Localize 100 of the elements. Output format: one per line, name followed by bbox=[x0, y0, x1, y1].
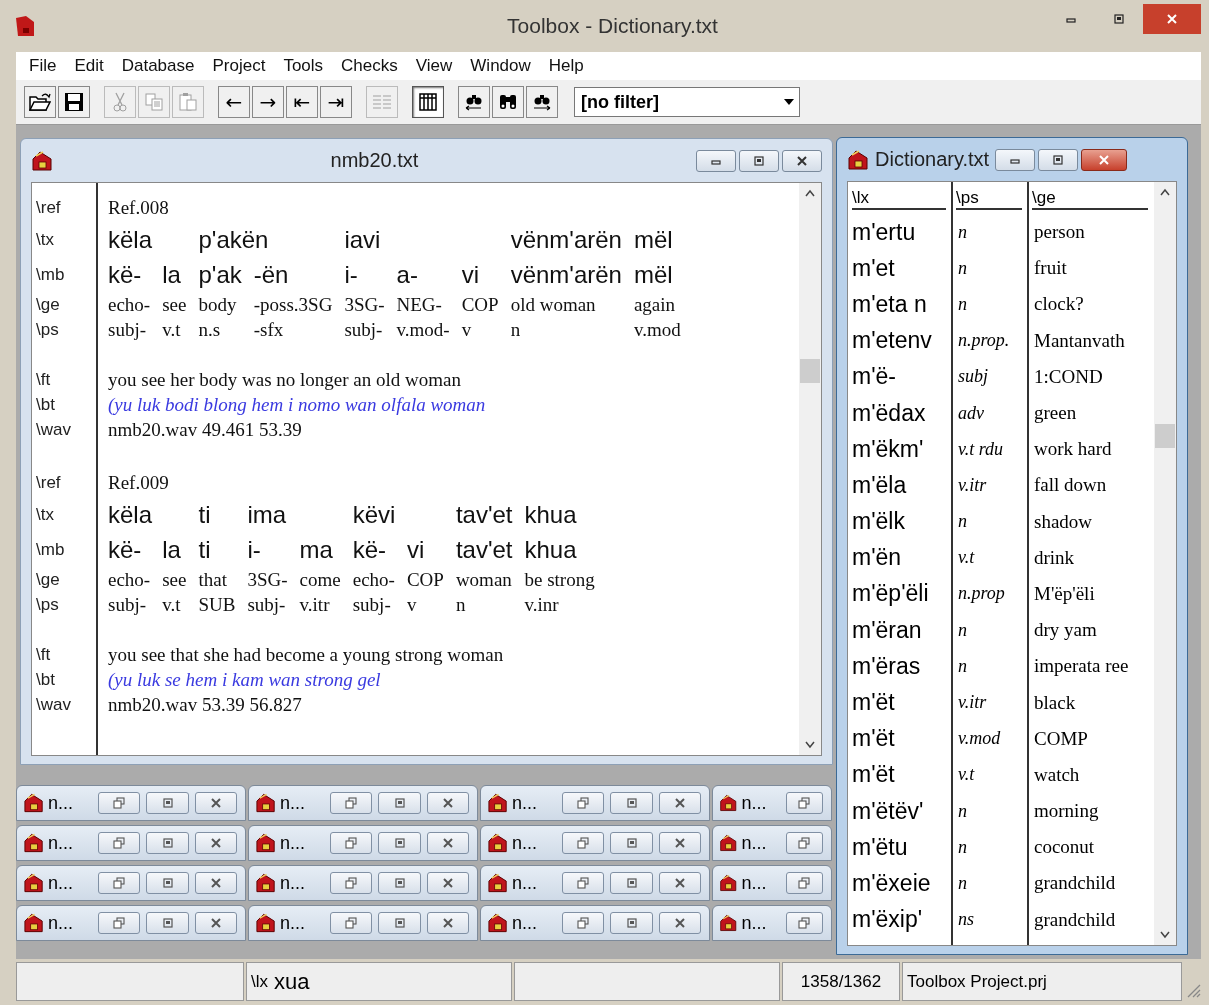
close-button[interactable] bbox=[1143, 4, 1201, 34]
restore-button[interactable] bbox=[785, 912, 823, 934]
maximize-button[interactable] bbox=[378, 792, 421, 814]
lexeme-cell[interactable]: m'et bbox=[848, 250, 952, 287]
toolbar-button[interactable] bbox=[24, 86, 56, 118]
gloss-cell[interactable]: dry yam bbox=[1028, 612, 1154, 649]
column-header[interactable]: \lx bbox=[852, 182, 946, 210]
close-button[interactable] bbox=[194, 872, 237, 894]
lexeme-cell[interactable]: m'ëras bbox=[848, 648, 952, 685]
part-of-speech-cell[interactable]: n bbox=[952, 865, 1028, 902]
vertical-scrollbar[interactable] bbox=[799, 183, 821, 755]
restore-button[interactable] bbox=[330, 832, 373, 854]
menu-item[interactable]: Window bbox=[461, 56, 540, 76]
restore-button[interactable] bbox=[330, 912, 373, 934]
gloss-cell[interactable]: M'ëp'ëli bbox=[1028, 575, 1154, 613]
scroll-up-icon[interactable] bbox=[804, 189, 816, 197]
close-button[interactable] bbox=[658, 832, 701, 854]
close-button[interactable] bbox=[658, 792, 701, 814]
maximize-button[interactable] bbox=[146, 832, 189, 854]
restore-button[interactable] bbox=[785, 792, 823, 814]
lexeme-cell[interactable]: m'ë- bbox=[848, 358, 952, 395]
minimized-window[interactable]: n... bbox=[480, 865, 710, 901]
minimized-window[interactable]: n... bbox=[480, 825, 710, 861]
part-of-speech-cell[interactable]: n bbox=[952, 250, 1028, 287]
maximize-button[interactable] bbox=[610, 912, 653, 934]
scroll-down-icon[interactable] bbox=[1159, 931, 1171, 939]
close-button[interactable] bbox=[426, 792, 469, 814]
gloss-cell[interactable]: grandchild bbox=[1028, 901, 1154, 938]
lexeme-cell[interactable]: m'ëkm' bbox=[848, 431, 952, 468]
restore-button[interactable] bbox=[98, 832, 141, 854]
lexeme-cell[interactable]: m'ëtu bbox=[848, 829, 952, 866]
part-of-speech-cell[interactable]: n bbox=[952, 503, 1028, 540]
lexeme-cell[interactable]: m'ëp'ëli bbox=[848, 575, 952, 613]
minimized-window[interactable]: n... bbox=[248, 905, 478, 941]
minimize-button[interactable] bbox=[696, 149, 736, 172]
minimized-window[interactable]: n... bbox=[16, 865, 246, 901]
gloss-cell[interactable]: black bbox=[1028, 684, 1154, 721]
menu-item[interactable]: Edit bbox=[65, 56, 113, 76]
minimized-window[interactable]: n... bbox=[16, 905, 246, 941]
column-header[interactable]: \ps bbox=[956, 182, 1022, 210]
lexeme-cell[interactable]: m'eta n bbox=[848, 286, 952, 323]
dropdown-arrow-icon[interactable] bbox=[783, 98, 795, 106]
gloss-cell[interactable]: drink bbox=[1028, 539, 1154, 576]
restore-button[interactable] bbox=[330, 792, 373, 814]
close-button[interactable] bbox=[426, 912, 469, 934]
close-button[interactable] bbox=[1081, 148, 1128, 171]
lexeme-cell[interactable]: m'ëla bbox=[848, 467, 952, 504]
lexeme-cell[interactable]: m'ët bbox=[848, 684, 952, 721]
vertical-scrollbar[interactable] bbox=[1154, 182, 1176, 945]
part-of-speech-cell[interactable]: n.prop. bbox=[952, 322, 1028, 359]
filter-dropdown[interactable]: [no filter] bbox=[574, 87, 800, 117]
gloss-cell[interactable]: grandchild bbox=[1028, 865, 1154, 902]
maximize-button[interactable] bbox=[1038, 148, 1079, 171]
lexeme-cell[interactable]: m'ëdax bbox=[848, 394, 952, 432]
lexeme-cell[interactable]: m'ëlk bbox=[848, 503, 952, 540]
gloss-cell[interactable]: fruit bbox=[1028, 250, 1154, 287]
arrow-button[interactable]: → bbox=[252, 86, 284, 118]
part-of-speech-cell[interactable]: v.mod bbox=[952, 720, 1028, 757]
part-of-speech-cell[interactable]: n bbox=[952, 286, 1028, 323]
gloss-cell[interactable]: Mantanvath bbox=[1028, 322, 1154, 359]
restore-button[interactable] bbox=[562, 832, 605, 854]
lexeme-cell[interactable]: m'ën bbox=[848, 539, 952, 576]
gloss-cell[interactable]: clock? bbox=[1028, 286, 1154, 323]
gloss-cell[interactable]: morning bbox=[1028, 793, 1154, 830]
menu-item[interactable]: View bbox=[406, 56, 462, 76]
part-of-speech-cell[interactable]: v.t rdu bbox=[952, 431, 1028, 468]
maximize-button[interactable] bbox=[610, 872, 653, 894]
restore-button[interactable] bbox=[98, 912, 141, 934]
lexeme-cell[interactable]: m'ertu bbox=[848, 214, 952, 251]
part-of-speech-cell[interactable]: n bbox=[952, 214, 1028, 251]
minimized-window[interactable]: n... bbox=[712, 825, 832, 861]
lexeme-cell[interactable]: m'ëtëv' bbox=[848, 793, 952, 830]
part-of-speech-cell[interactable]: adv bbox=[952, 394, 1028, 432]
menu-item[interactable]: Project bbox=[203, 56, 275, 76]
close-button[interactable] bbox=[194, 832, 237, 854]
toolbar-button[interactable] bbox=[58, 86, 90, 118]
part-of-speech-cell[interactable]: v.itr bbox=[952, 467, 1028, 504]
lexeme-cell[interactable]: m'ëxip' bbox=[848, 901, 952, 938]
arrow-button[interactable]: ⇤ bbox=[286, 86, 318, 118]
lexeme-cell[interactable]: m'ëran bbox=[848, 612, 952, 649]
minimized-window[interactable]: n... bbox=[16, 825, 246, 861]
minimized-window[interactable]: n... bbox=[248, 785, 478, 821]
gloss-cell[interactable]: shadow bbox=[1028, 503, 1154, 540]
close-button[interactable] bbox=[658, 912, 701, 934]
toolbar-button[interactable] bbox=[526, 86, 558, 118]
menu-item[interactable]: Checks bbox=[332, 56, 407, 76]
gloss-cell[interactable]: COMP bbox=[1028, 720, 1154, 757]
part-of-speech-cell[interactable]: n bbox=[952, 793, 1028, 830]
menu-item[interactable]: Help bbox=[539, 56, 593, 76]
toolbar-button[interactable] bbox=[412, 86, 444, 118]
minimized-window[interactable]: n... bbox=[712, 865, 832, 901]
part-of-speech-cell[interactable]: n bbox=[952, 829, 1028, 866]
restore-button[interactable] bbox=[98, 792, 141, 814]
restore-button[interactable] bbox=[785, 872, 823, 894]
part-of-speech-cell[interactable]: v.t bbox=[952, 756, 1028, 793]
close-button[interactable] bbox=[426, 872, 469, 894]
minimized-window[interactable]: n... bbox=[480, 785, 710, 821]
minimized-window[interactable]: n... bbox=[248, 825, 478, 861]
part-of-speech-cell[interactable]: v.itr bbox=[952, 684, 1028, 721]
part-of-speech-cell[interactable]: subj bbox=[952, 358, 1028, 395]
